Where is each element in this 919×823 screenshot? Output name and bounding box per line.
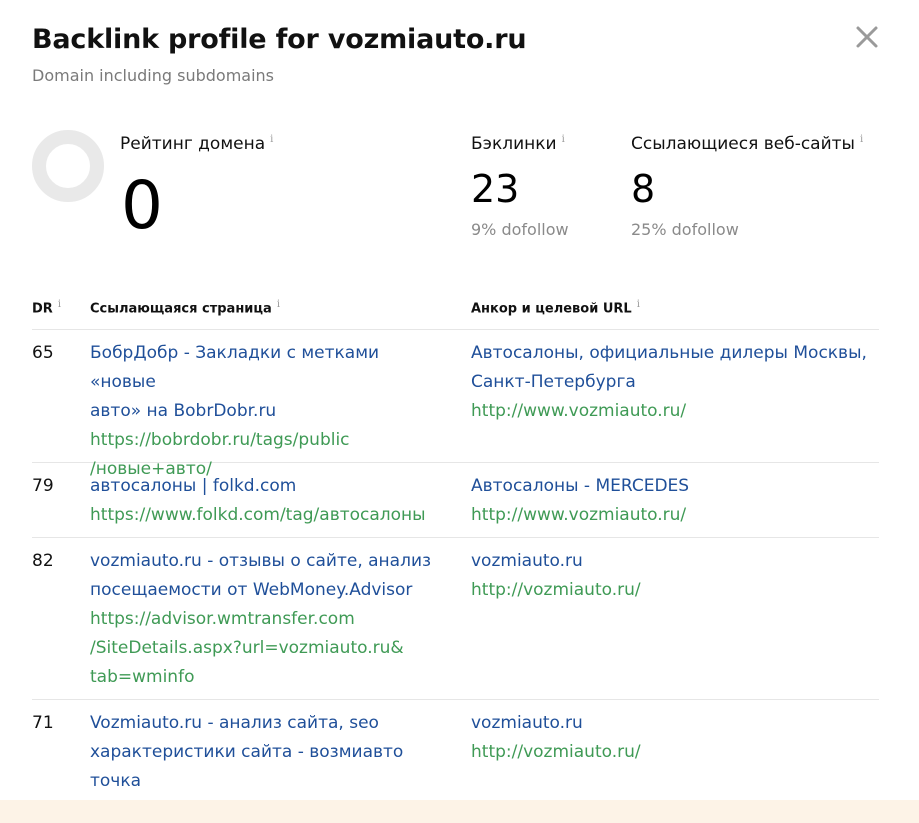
target-url-link[interactable]: http://vozmiauto.ru/ (471, 738, 871, 767)
backlinks-value: 23 (471, 167, 520, 211)
close-button[interactable] (852, 22, 882, 52)
referring-page-cell: автосалоны | folkd.com https://www.folkd… (90, 472, 450, 530)
column-header-dr: DR i (32, 299, 61, 316)
info-icon[interactable]: i (58, 299, 61, 310)
page-subtitle: Domain including subdomains (32, 66, 275, 85)
dr-value: 65 (32, 343, 54, 363)
target-url-link[interactable]: http://www.vozmiauto.ru/ (471, 501, 871, 530)
info-icon[interactable]: i (637, 299, 640, 310)
table-divider (32, 699, 879, 700)
info-icon[interactable]: i (860, 134, 863, 145)
referring-sites-label: Ссылающиеся веб-сайты i (631, 134, 863, 154)
anchor-cell: Автосалоны - MERCEDES http://www.vozmiau… (471, 472, 871, 530)
dr-value: 82 (32, 551, 54, 571)
domain-rating-value: 0 (121, 167, 163, 244)
info-icon[interactable]: i (277, 299, 280, 310)
dr-value: 79 (32, 476, 54, 496)
anchor-cell: vozmiauto.ru http://vozmiauto.ru/ (471, 709, 871, 767)
referring-sites-value: 8 (631, 167, 656, 211)
referring-sites-dofollow: 25% dofollow (631, 220, 739, 239)
domain-rating-label-text: Рейтинг домена (120, 134, 266, 154)
table-divider (32, 537, 879, 538)
anchor-text-link[interactable]: Автосалоны - MERCEDES (471, 472, 871, 501)
info-icon[interactable]: i (270, 134, 273, 145)
anchor-cell: vozmiauto.ru http://vozmiauto.ru/ (471, 547, 871, 605)
referring-page-title-link[interactable]: БобрДобр - Закладки с метками «новые авт… (90, 339, 450, 426)
domain-rating-label: Рейтинг домена i (120, 134, 273, 154)
anchor-text-link[interactable]: Автосалоны, официальные дилеры Москвы, С… (471, 339, 871, 397)
referring-sites-label-text: Ссылающиеся веб-сайты (631, 134, 855, 154)
column-header-referring-page: Ссылающаяся страница i (90, 299, 280, 316)
target-url-link[interactable]: http://www.vozmiauto.ru/ (471, 397, 871, 426)
close-icon (856, 26, 878, 48)
column-header-anchor: Анкор и целевой URL i (471, 299, 640, 316)
column-header-referring-page-text: Ссылающаяся страница (90, 301, 272, 317)
referring-page-url-link[interactable]: https://www.folkd.com/tag/автосалоны (90, 501, 450, 530)
backlinks-dofollow: 9% dofollow (471, 220, 569, 239)
referring-page-title-link[interactable]: автосалоны | folkd.com (90, 472, 450, 501)
referring-page-url-link[interactable]: https://advisor.wmtransfer.com /SiteDeta… (90, 605, 450, 692)
referring-page-cell: vozmiauto.ru - отзывы о сайте, анализ по… (90, 547, 450, 692)
info-icon[interactable]: i (562, 134, 565, 145)
dr-value: 71 (32, 713, 54, 733)
table-divider (32, 329, 879, 330)
target-url-link[interactable]: http://vozmiauto.ru/ (471, 576, 871, 605)
backlink-modal: Backlink profile for vozmiauto.ru Domain… (0, 0, 919, 820)
anchor-cell: Автосалоны, официальные дилеры Москвы, С… (471, 339, 871, 426)
page-bottom-background (0, 800, 919, 823)
referring-page-cell: БобрДобр - Закладки с метками «новые авт… (90, 339, 450, 484)
domain-rating-donut (32, 130, 104, 202)
anchor-text-link[interactable]: vozmiauto.ru (471, 709, 871, 738)
backlinks-label: Бэклинки i (471, 134, 565, 154)
column-header-anchor-text: Анкор и целевой URL (471, 301, 632, 317)
page-title: Backlink profile for vozmiauto.ru (32, 24, 527, 55)
anchor-text-link[interactable]: vozmiauto.ru (471, 547, 871, 576)
backlinks-label-text: Бэклинки (471, 134, 557, 154)
referring-page-title-link[interactable]: vozmiauto.ru - отзывы о сайте, анализ по… (90, 547, 450, 605)
column-header-dr-text: DR (32, 301, 53, 317)
